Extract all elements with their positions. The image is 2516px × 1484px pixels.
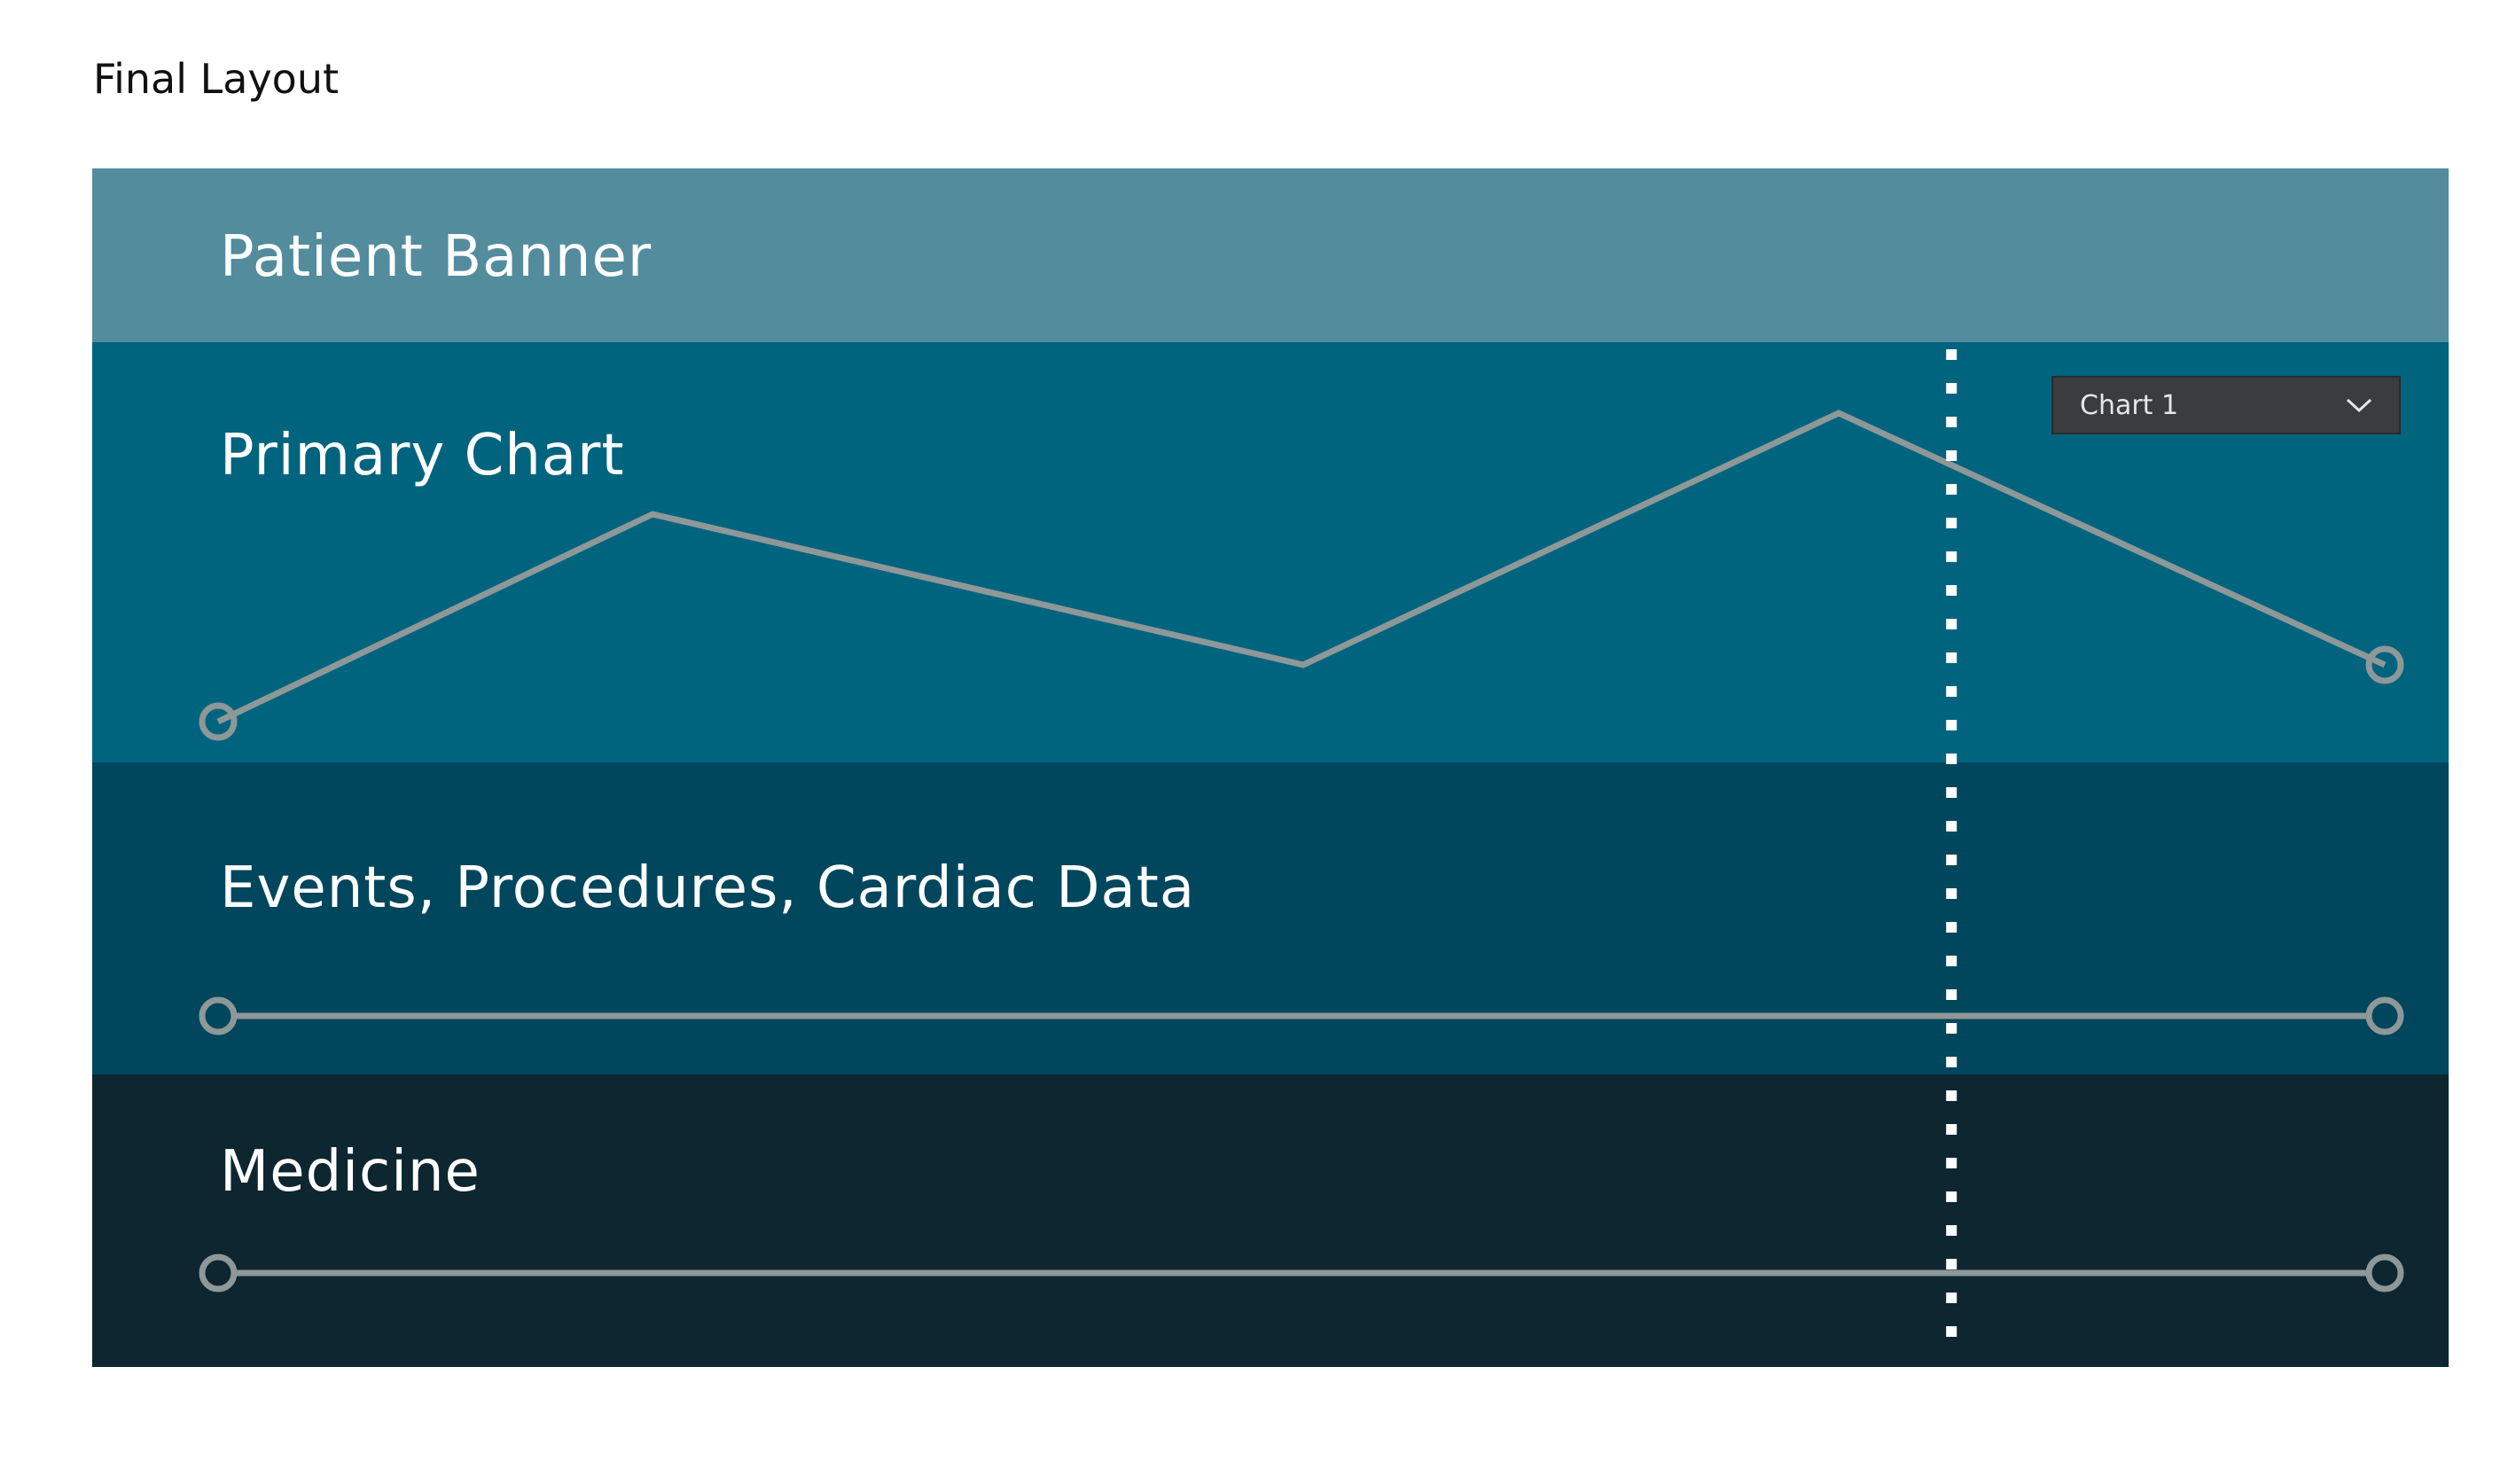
chevron-down-icon xyxy=(2346,396,2372,414)
medicine-start-marker[interactable] xyxy=(199,1254,238,1293)
final-layout: Patient Banner Primary Chart Events, Pro… xyxy=(92,168,2449,1367)
timeline-overlay xyxy=(199,349,2404,1340)
chart-select-value: Chart 1 xyxy=(2080,389,2179,421)
events-end-marker[interactable] xyxy=(2365,996,2404,1035)
page-title: Final Layout xyxy=(93,55,340,103)
primary-chart-line xyxy=(216,410,2387,725)
medicine-end-marker[interactable] xyxy=(2365,1254,2404,1293)
events-start-marker[interactable] xyxy=(199,996,238,1035)
chart-select-dropdown[interactable]: Chart 1 xyxy=(2051,376,2401,434)
